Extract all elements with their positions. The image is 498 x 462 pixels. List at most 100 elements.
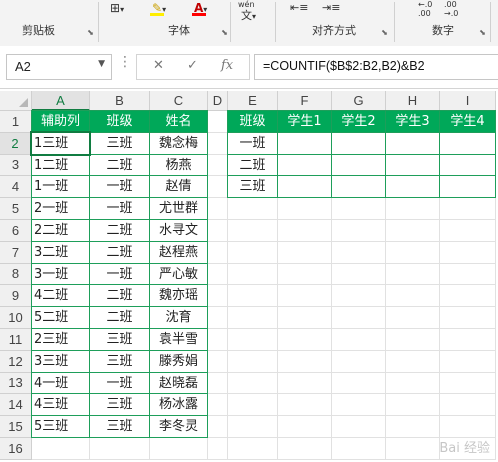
row-header-4[interactable]: 4 <box>0 176 32 199</box>
name-cell[interactable]: 沈育 <box>149 306 208 329</box>
helper-cell[interactable]: 1三班 <box>30 130 91 156</box>
cell-f13[interactable] <box>278 372 332 395</box>
cell-i9[interactable] <box>440 285 496 308</box>
name-box[interactable]: A2 ▼ <box>6 54 112 80</box>
cell-f10[interactable] <box>278 307 332 329</box>
cell-i14[interactable] <box>440 394 496 417</box>
class-cell[interactable]: 二班 <box>89 153 150 177</box>
cell-d14[interactable] <box>208 394 228 417</box>
helper-cell[interactable]: 3二班 <box>31 240 90 264</box>
cell-f11[interactable] <box>278 329 332 351</box>
column-header-f[interactable]: F <box>278 91 332 111</box>
cell-i10[interactable] <box>440 307 496 329</box>
cell-c16[interactable] <box>150 438 208 460</box>
cell-e14[interactable] <box>228 394 278 417</box>
cell-e16[interactable] <box>228 438 278 460</box>
helper-cell[interactable]: 1一班 <box>31 175 90 199</box>
cell-e12[interactable] <box>228 350 278 373</box>
cell-g7[interactable] <box>332 241 386 264</box>
cell-g6[interactable] <box>332 220 386 242</box>
cell-e15[interactable] <box>228 416 278 438</box>
row-header-10[interactable]: 10 <box>0 307 32 329</box>
cell-h13[interactable] <box>386 372 440 395</box>
result-student-cell[interactable] <box>439 131 496 155</box>
column-header-g[interactable]: G <box>332 91 386 111</box>
cell-b16[interactable] <box>90 438 150 460</box>
cell-e9[interactable] <box>228 285 278 308</box>
cell-f6[interactable] <box>278 220 332 242</box>
helper-cell[interactable]: 5二班 <box>31 306 90 329</box>
helper-cell[interactable]: 3三班 <box>31 349 90 373</box>
cell-d7[interactable] <box>208 241 228 264</box>
cell-g11[interactable] <box>332 329 386 351</box>
helper-cell[interactable]: 2一班 <box>31 197 90 220</box>
name-cell[interactable]: 杨燕 <box>149 153 208 177</box>
result-student-cell[interactable] <box>331 175 386 199</box>
result-header-cell[interactable]: 班级 <box>227 110 278 133</box>
cell-g15[interactable] <box>332 416 386 438</box>
result-class-cell[interactable]: 二班 <box>227 153 278 177</box>
result-student-cell[interactable] <box>277 175 332 199</box>
cell-f14[interactable] <box>278 394 332 417</box>
helper-cell[interactable]: 2二班 <box>31 219 90 242</box>
cell-i7[interactable] <box>440 241 496 264</box>
helper-cell[interactable]: 1二班 <box>31 153 90 177</box>
class-cell[interactable]: 二班 <box>89 240 150 264</box>
cell-d12[interactable] <box>208 350 228 373</box>
column-header-e[interactable]: E <box>228 91 278 111</box>
row-header-1[interactable]: 1 <box>0 111 32 133</box>
cell-i13[interactable] <box>440 372 496 395</box>
cell-h8[interactable] <box>386 263 440 286</box>
name-cell[interactable]: 杨冰露 <box>149 393 208 417</box>
formula-input[interactable]: =COUNTIF($B$2:B2,B2)&B2 <box>254 54 498 80</box>
cell-g14[interactable] <box>332 394 386 417</box>
row-header-11[interactable]: 11 <box>0 329 32 351</box>
class-cell[interactable]: 三班 <box>89 393 150 417</box>
cell-h7[interactable] <box>386 241 440 264</box>
column-header-d[interactable]: D <box>208 91 228 111</box>
cell-e5[interactable] <box>228 198 278 220</box>
alignment-dialog-launcher-icon[interactable]: ⬊ <box>380 28 389 37</box>
select-all-button[interactable] <box>0 91 32 111</box>
class-cell[interactable]: 二班 <box>89 306 150 329</box>
cell-f9[interactable] <box>278 285 332 308</box>
cell-d16[interactable] <box>208 438 228 460</box>
header-cell-c[interactable]: 姓名 <box>149 110 208 133</box>
name-cell[interactable]: 滕秀娟 <box>149 349 208 373</box>
cell-e8[interactable] <box>228 263 278 286</box>
helper-cell[interactable]: 4二班 <box>31 284 90 308</box>
insert-function-icon[interactable]: fx <box>221 58 233 73</box>
name-cell[interactable]: 严心敏 <box>149 262 208 286</box>
result-student-cell[interactable] <box>439 175 496 199</box>
chevron-down-icon[interactable]: ▼ <box>98 59 105 69</box>
column-header-c[interactable]: C <box>150 91 208 111</box>
cell-d6[interactable] <box>208 220 228 242</box>
cell-g8[interactable] <box>332 263 386 286</box>
helper-cell[interactable]: 4一班 <box>31 371 90 395</box>
row-header-16[interactable]: 16 <box>0 438 32 460</box>
result-student-cell[interactable] <box>277 153 332 177</box>
row-header-5[interactable]: 5 <box>0 198 32 220</box>
row-header-8[interactable]: 8 <box>0 263 32 286</box>
cell-d11[interactable] <box>208 329 228 351</box>
clipboard-dialog-launcher-icon[interactable]: ⬊ <box>86 28 95 37</box>
header-cell-b[interactable]: 班级 <box>89 110 150 133</box>
number-dialog-launcher-icon[interactable]: ⬊ <box>478 28 487 37</box>
cell-e13[interactable] <box>228 372 278 395</box>
cell-e6[interactable] <box>228 220 278 242</box>
result-header-cell[interactable]: 学生3 <box>385 110 440 133</box>
cell-d2[interactable] <box>208 132 228 155</box>
class-cell[interactable]: 二班 <box>89 219 150 242</box>
row-header-2[interactable]: 2 <box>0 132 32 155</box>
row-header-3[interactable]: 3 <box>0 154 32 177</box>
result-student-cell[interactable] <box>331 153 386 177</box>
cell-f5[interactable] <box>278 198 332 220</box>
cell-g5[interactable] <box>332 198 386 220</box>
column-header-a[interactable]: A <box>32 91 90 111</box>
class-cell[interactable]: 三班 <box>89 131 150 155</box>
result-header-cell[interactable]: 学生1 <box>277 110 332 133</box>
cell-i12[interactable] <box>440 350 496 373</box>
header-cell-a[interactable]: 辅助列 <box>31 110 90 133</box>
class-cell[interactable]: 一班 <box>89 175 150 199</box>
result-student-cell[interactable] <box>439 153 496 177</box>
